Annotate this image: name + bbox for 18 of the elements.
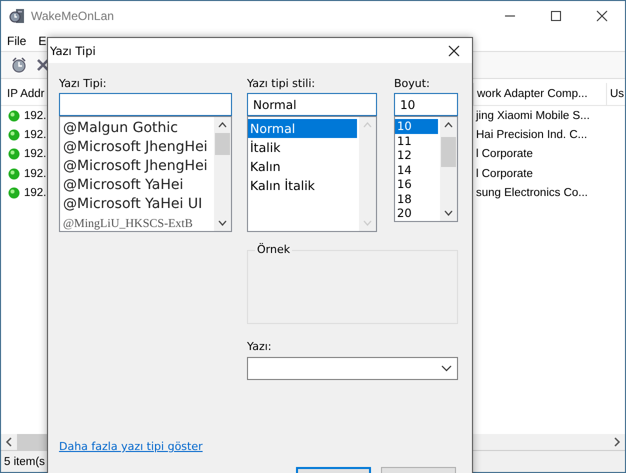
table-cell: 192. — [24, 168, 46, 180]
group-label: Örnek — [255, 243, 292, 256]
dialog-title: Yazı Tipi — [50, 44, 96, 58]
field-label: Yazı tipi stili: — [247, 77, 316, 91]
table-cell: 192. — [24, 128, 46, 141]
table-cell-text: jing Xiaomi Mobile S... — [474, 110, 591, 122]
table-cell-text: Hai Precision Ind. C... — [475, 128, 588, 141]
field-label: Yazı Tipi: — [59, 77, 108, 91]
table-cell: 192. — [24, 186, 46, 199]
table-cell-text: sung Electronics Co... — [475, 186, 589, 199]
field-label: Yazı: — [247, 340, 272, 354]
window-title: WakeMeOnLan — [31, 9, 114, 23]
table-cell: 192. — [24, 110, 46, 122]
table-cell-text: l Corporate — [475, 168, 534, 180]
status-text: 5 item(s — [4, 456, 45, 468]
table-cell-text: l Corporate — [475, 148, 534, 160]
table-cell: 192. — [24, 148, 46, 160]
field-label: Boyut: — [394, 77, 431, 91]
